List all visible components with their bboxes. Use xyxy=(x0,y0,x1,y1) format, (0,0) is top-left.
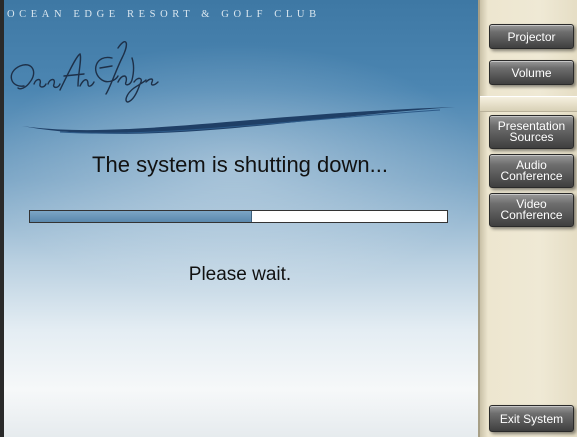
presentation-sources-label-line2: Sources xyxy=(509,130,554,144)
projector-button[interactable]: Projector xyxy=(489,24,574,49)
resort-name: OCEAN EDGE RESORT & GOLF CLUB xyxy=(7,9,321,20)
shutdown-progress-bar xyxy=(29,210,448,223)
wait-message: Please wait. xyxy=(188,264,292,285)
ocean-edge-logo xyxy=(10,40,455,134)
control-sidebar: Projector Volume Presentation Sources Au… xyxy=(478,0,577,437)
status-title: The system is shutting down... xyxy=(92,152,388,177)
volume-button-label: Volume xyxy=(511,65,552,80)
main-panel: OCEAN EDGE RESORT & GOLF CLUB The system… xyxy=(0,0,478,437)
progress-fill xyxy=(30,211,252,222)
audio-conference-label-line2: Conference xyxy=(500,169,563,183)
video-conference-button[interactable]: Video Conference xyxy=(489,193,574,227)
exit-system-label: Exit System xyxy=(499,411,564,426)
volume-button[interactable]: Volume xyxy=(489,60,574,85)
presentation-sources-button[interactable]: Presentation Sources xyxy=(489,115,574,149)
audio-conference-button[interactable]: Audio Conference xyxy=(489,154,574,188)
video-conference-label-line2: Conference xyxy=(500,208,563,222)
exit-system-button[interactable]: Exit System xyxy=(489,405,574,432)
sidebar-divider xyxy=(480,96,577,112)
projector-button-label: Projector xyxy=(507,29,556,44)
